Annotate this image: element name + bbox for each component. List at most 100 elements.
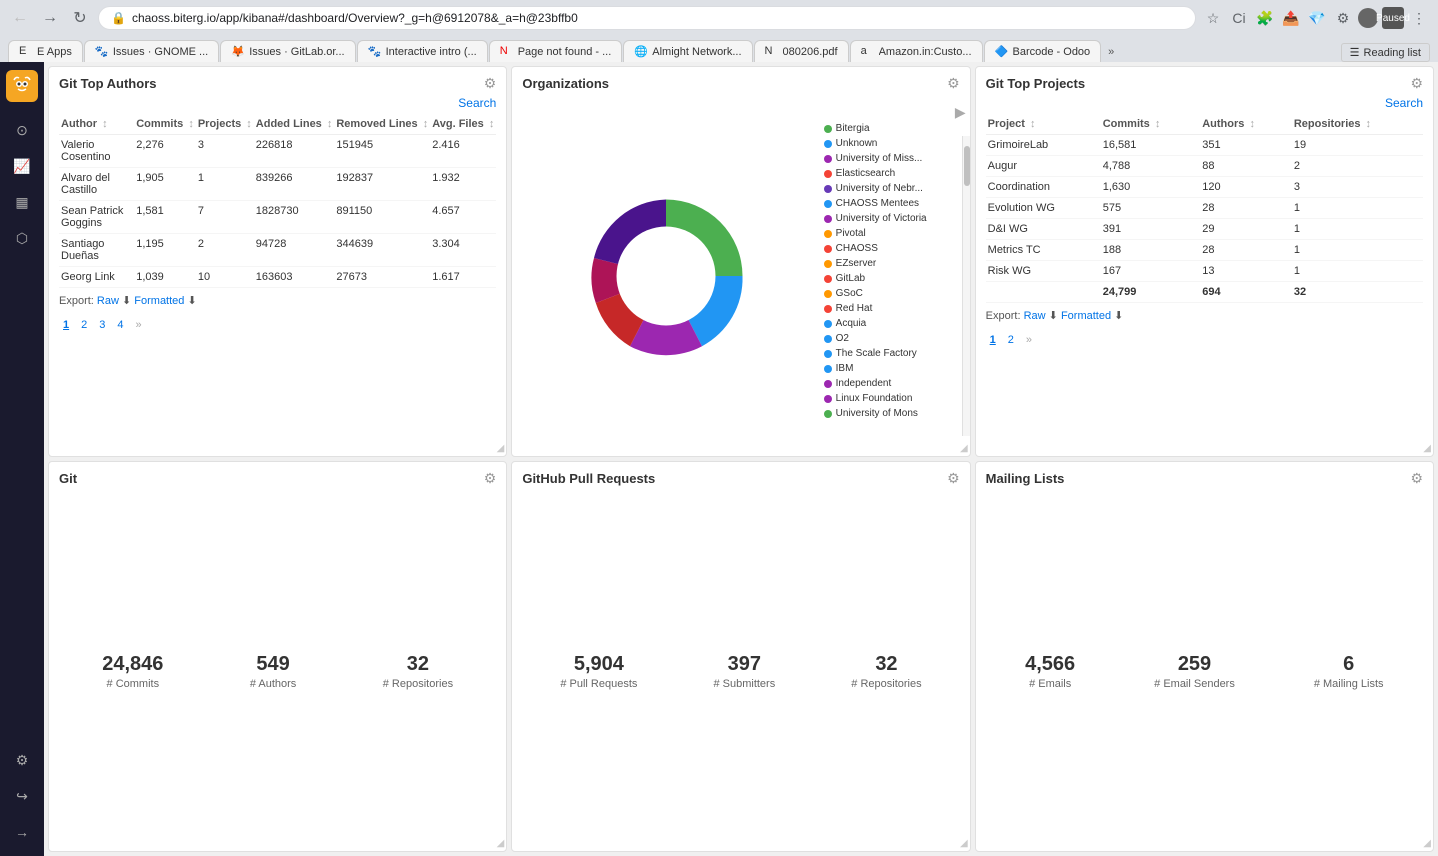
sidebar-logo[interactable] xyxy=(6,70,38,102)
forward-button[interactable]: → xyxy=(38,6,62,30)
project-commits: 16,581 xyxy=(1101,135,1201,156)
tab-page-not-found[interactable]: N Page not found - ... xyxy=(489,40,623,62)
mailing-panel-gear[interactable]: ⚙ xyxy=(1410,470,1423,487)
page-2-btn[interactable]: 2 xyxy=(77,317,91,333)
legend-label: The Scale Factory xyxy=(836,348,917,359)
extension-icon-3[interactable]: 💎 xyxy=(1306,7,1328,29)
sidebar-item-expand[interactable]: ↪ xyxy=(6,780,38,812)
paused-badge: Paused xyxy=(1382,7,1404,29)
github-pr-gear[interactable]: ⚙ xyxy=(947,470,960,487)
sidebar-item-shape[interactable]: ⬡ xyxy=(6,222,38,254)
col-avg: Avg. Files ↕ xyxy=(430,114,496,135)
project-authors: 120 xyxy=(1200,177,1292,198)
ci-icon[interactable]: Ci xyxy=(1228,7,1250,29)
refresh-button[interactable]: ↻ xyxy=(68,6,92,30)
legend-label: EZserver xyxy=(836,258,877,269)
author-removed: 344639 xyxy=(334,234,430,267)
reading-list-button[interactable]: ☰ Reading list xyxy=(1341,43,1430,62)
bookmark-star[interactable]: ☆ xyxy=(1202,7,1224,29)
git-panel-gear[interactable]: ⚙ xyxy=(484,470,497,487)
author-projects: 3 xyxy=(196,135,254,168)
author-name: Valerio Cosentino xyxy=(59,135,134,168)
proj-page-2-btn[interactable]: 2 xyxy=(1004,332,1018,348)
legend-label: Pivotal xyxy=(836,228,866,239)
mailing-panel-resize[interactable]: ◢ xyxy=(1423,838,1431,849)
table-row: D&I WG 391 29 1 xyxy=(986,219,1423,240)
page-next-btn[interactable]: » xyxy=(132,317,146,333)
scrollbar-thumb[interactable] xyxy=(964,146,970,186)
project-repos: 1 xyxy=(1292,261,1423,282)
tab-amazon[interactable]: a Amazon.in:Custo... xyxy=(850,40,983,62)
tab-almight[interactable]: 🌐 Almight Network... xyxy=(623,40,752,62)
table-row: Alvaro del Castillo 1,905 1 839266 19283… xyxy=(59,168,496,201)
sidebar-item-arrow[interactable]: → xyxy=(6,816,38,848)
extension-icon-1[interactable]: 🧩 xyxy=(1254,7,1276,29)
project-name: D&I WG xyxy=(986,219,1101,240)
tab-label-notfound: Page not found - ... xyxy=(518,46,612,58)
project-authors: 28 xyxy=(1200,198,1292,219)
page-4-btn[interactable]: 4 xyxy=(113,317,127,333)
git-authors-search-link[interactable]: Search xyxy=(458,96,496,110)
proj-col-repos: Repositories ↕ xyxy=(1292,114,1423,135)
legend-item: GSoC xyxy=(824,286,966,301)
git-projects-search-link[interactable]: Search xyxy=(1385,96,1423,110)
sidebar-item-analytics[interactable]: 📈 xyxy=(6,150,38,182)
sidebar-item-home[interactable]: ⊙ xyxy=(6,114,38,146)
donut-chart xyxy=(576,186,756,366)
tab-pdf[interactable]: N 080206.pdf xyxy=(754,40,849,62)
proj-total-label xyxy=(986,282,1101,303)
git-top-projects-gear[interactable]: ⚙ xyxy=(1410,75,1423,92)
tab-interactive[interactable]: 🐾 Interactive intro (... xyxy=(357,40,488,62)
page-3-btn[interactable]: 3 xyxy=(95,317,109,333)
tab-barcode[interactable]: 🔷 Barcode - Odoo xyxy=(984,40,1102,62)
legend-item: Independent xyxy=(824,376,966,391)
author-added: 226818 xyxy=(254,135,335,168)
git-projects-raw-link[interactable]: Raw xyxy=(1024,310,1046,322)
legend-scroll-up[interactable]: ▶ xyxy=(824,104,966,121)
extension-icon-2[interactable]: 📤 xyxy=(1280,7,1302,29)
tab-gitlab[interactable]: 🦊 Issues · GitLab.or... xyxy=(220,40,355,62)
organizations-scrollbar[interactable] xyxy=(962,136,970,436)
tab-favicon-amazon: a xyxy=(861,45,875,59)
address-bar[interactable]: 🔒 chaoss.biterg.io/app/kibana#/dashboard… xyxy=(98,6,1196,30)
git-authors-export-row: Export: Raw ⬇ Formatted ⬇ xyxy=(59,288,496,313)
project-commits: 167 xyxy=(1101,261,1201,282)
panel-resize-handle[interactable]: ◢ xyxy=(497,443,505,454)
git-authors-pagination: 1 2 3 4 » xyxy=(59,313,496,337)
legend-label: Independent xyxy=(836,378,892,389)
page-1-btn[interactable]: 1 xyxy=(59,317,73,333)
projects-panel-resize[interactable]: ◢ xyxy=(1423,443,1431,454)
organizations-gear[interactable]: ⚙ xyxy=(947,75,960,92)
proj-page-next-btn[interactable]: » xyxy=(1022,332,1036,348)
organizations-title: Organizations xyxy=(522,76,609,91)
profile-icon[interactable] xyxy=(1358,8,1378,28)
git-authors-raw-link[interactable]: Raw xyxy=(97,295,119,307)
legend-dot xyxy=(824,170,832,178)
git-top-projects-content: Search Project ↕ Commits ↕ Authors ↕ Rep… xyxy=(976,96,1433,456)
back-button[interactable]: ← xyxy=(8,6,32,30)
git-top-projects-title: Git Top Projects xyxy=(986,76,1085,91)
tab-label-gitlab: Issues · GitLab.or... xyxy=(249,46,344,58)
browser-chrome: ← → ↻ 🔒 chaoss.biterg.io/app/kibana#/das… xyxy=(0,0,1438,62)
git-panel-resize[interactable]: ◢ xyxy=(497,838,505,849)
legend-label: University of Nebr... xyxy=(836,183,923,194)
tab-apps[interactable]: E E Apps xyxy=(8,40,83,62)
proj-page-1-btn[interactable]: 1 xyxy=(986,332,1000,348)
github-pr-panel-resize[interactable]: ◢ xyxy=(960,838,968,849)
legend-dot xyxy=(824,275,832,283)
git-top-authors-gear[interactable]: ⚙ xyxy=(484,75,497,92)
url-text: chaoss.biterg.io/app/kibana#/dashboard/O… xyxy=(132,11,1183,25)
tab-favicon-pdf: N xyxy=(765,45,779,59)
tab-gnome[interactable]: 🐾 Issues · GNOME ... xyxy=(84,40,219,62)
git-projects-formatted-link[interactable]: Formatted xyxy=(1061,310,1111,322)
reading-list-label: Reading list xyxy=(1364,47,1421,59)
sidebar-item-list[interactable]: ▦ xyxy=(6,186,38,218)
sidebar-item-settings[interactable]: ⚙ xyxy=(6,744,38,776)
orgs-panel-resize[interactable]: ◢ xyxy=(960,443,968,454)
menu-button[interactable]: ⋮ xyxy=(1408,7,1430,29)
author-projects: 1 xyxy=(196,168,254,201)
tab-overflow-button[interactable]: » xyxy=(1102,42,1120,62)
extension-icon-4[interactable]: ⚙ xyxy=(1332,7,1354,29)
git-authors-formatted-link[interactable]: Formatted xyxy=(134,295,184,307)
app-layout: ⊙ 📈 ▦ ⬡ ⚙ ↪ → Git Top Authors ⚙ Search A… xyxy=(0,62,1438,856)
